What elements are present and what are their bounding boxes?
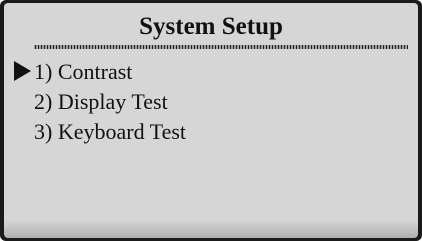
screen-title: System Setup [139, 13, 283, 40]
selection-cursor-icon [14, 61, 31, 81]
menu-item-label: 1) Contrast [34, 59, 133, 84]
menu-item-contrast[interactable]: 1) Contrast [4, 58, 418, 86]
menu-item-label: 2) Display Test [34, 89, 168, 114]
menu-item-label: 3) Keyboard Test [34, 119, 187, 144]
lcd-screen: System Setup 1) Contrast 2) Display Test… [4, 3, 418, 238]
title-divider [34, 45, 408, 49]
menu-item-keyboard-test[interactable]: 3) Keyboard Test [4, 118, 418, 146]
device-bezel: System Setup 1) Contrast 2) Display Test… [0, 0, 422, 241]
menu-item-display-test[interactable]: 2) Display Test [4, 88, 418, 116]
